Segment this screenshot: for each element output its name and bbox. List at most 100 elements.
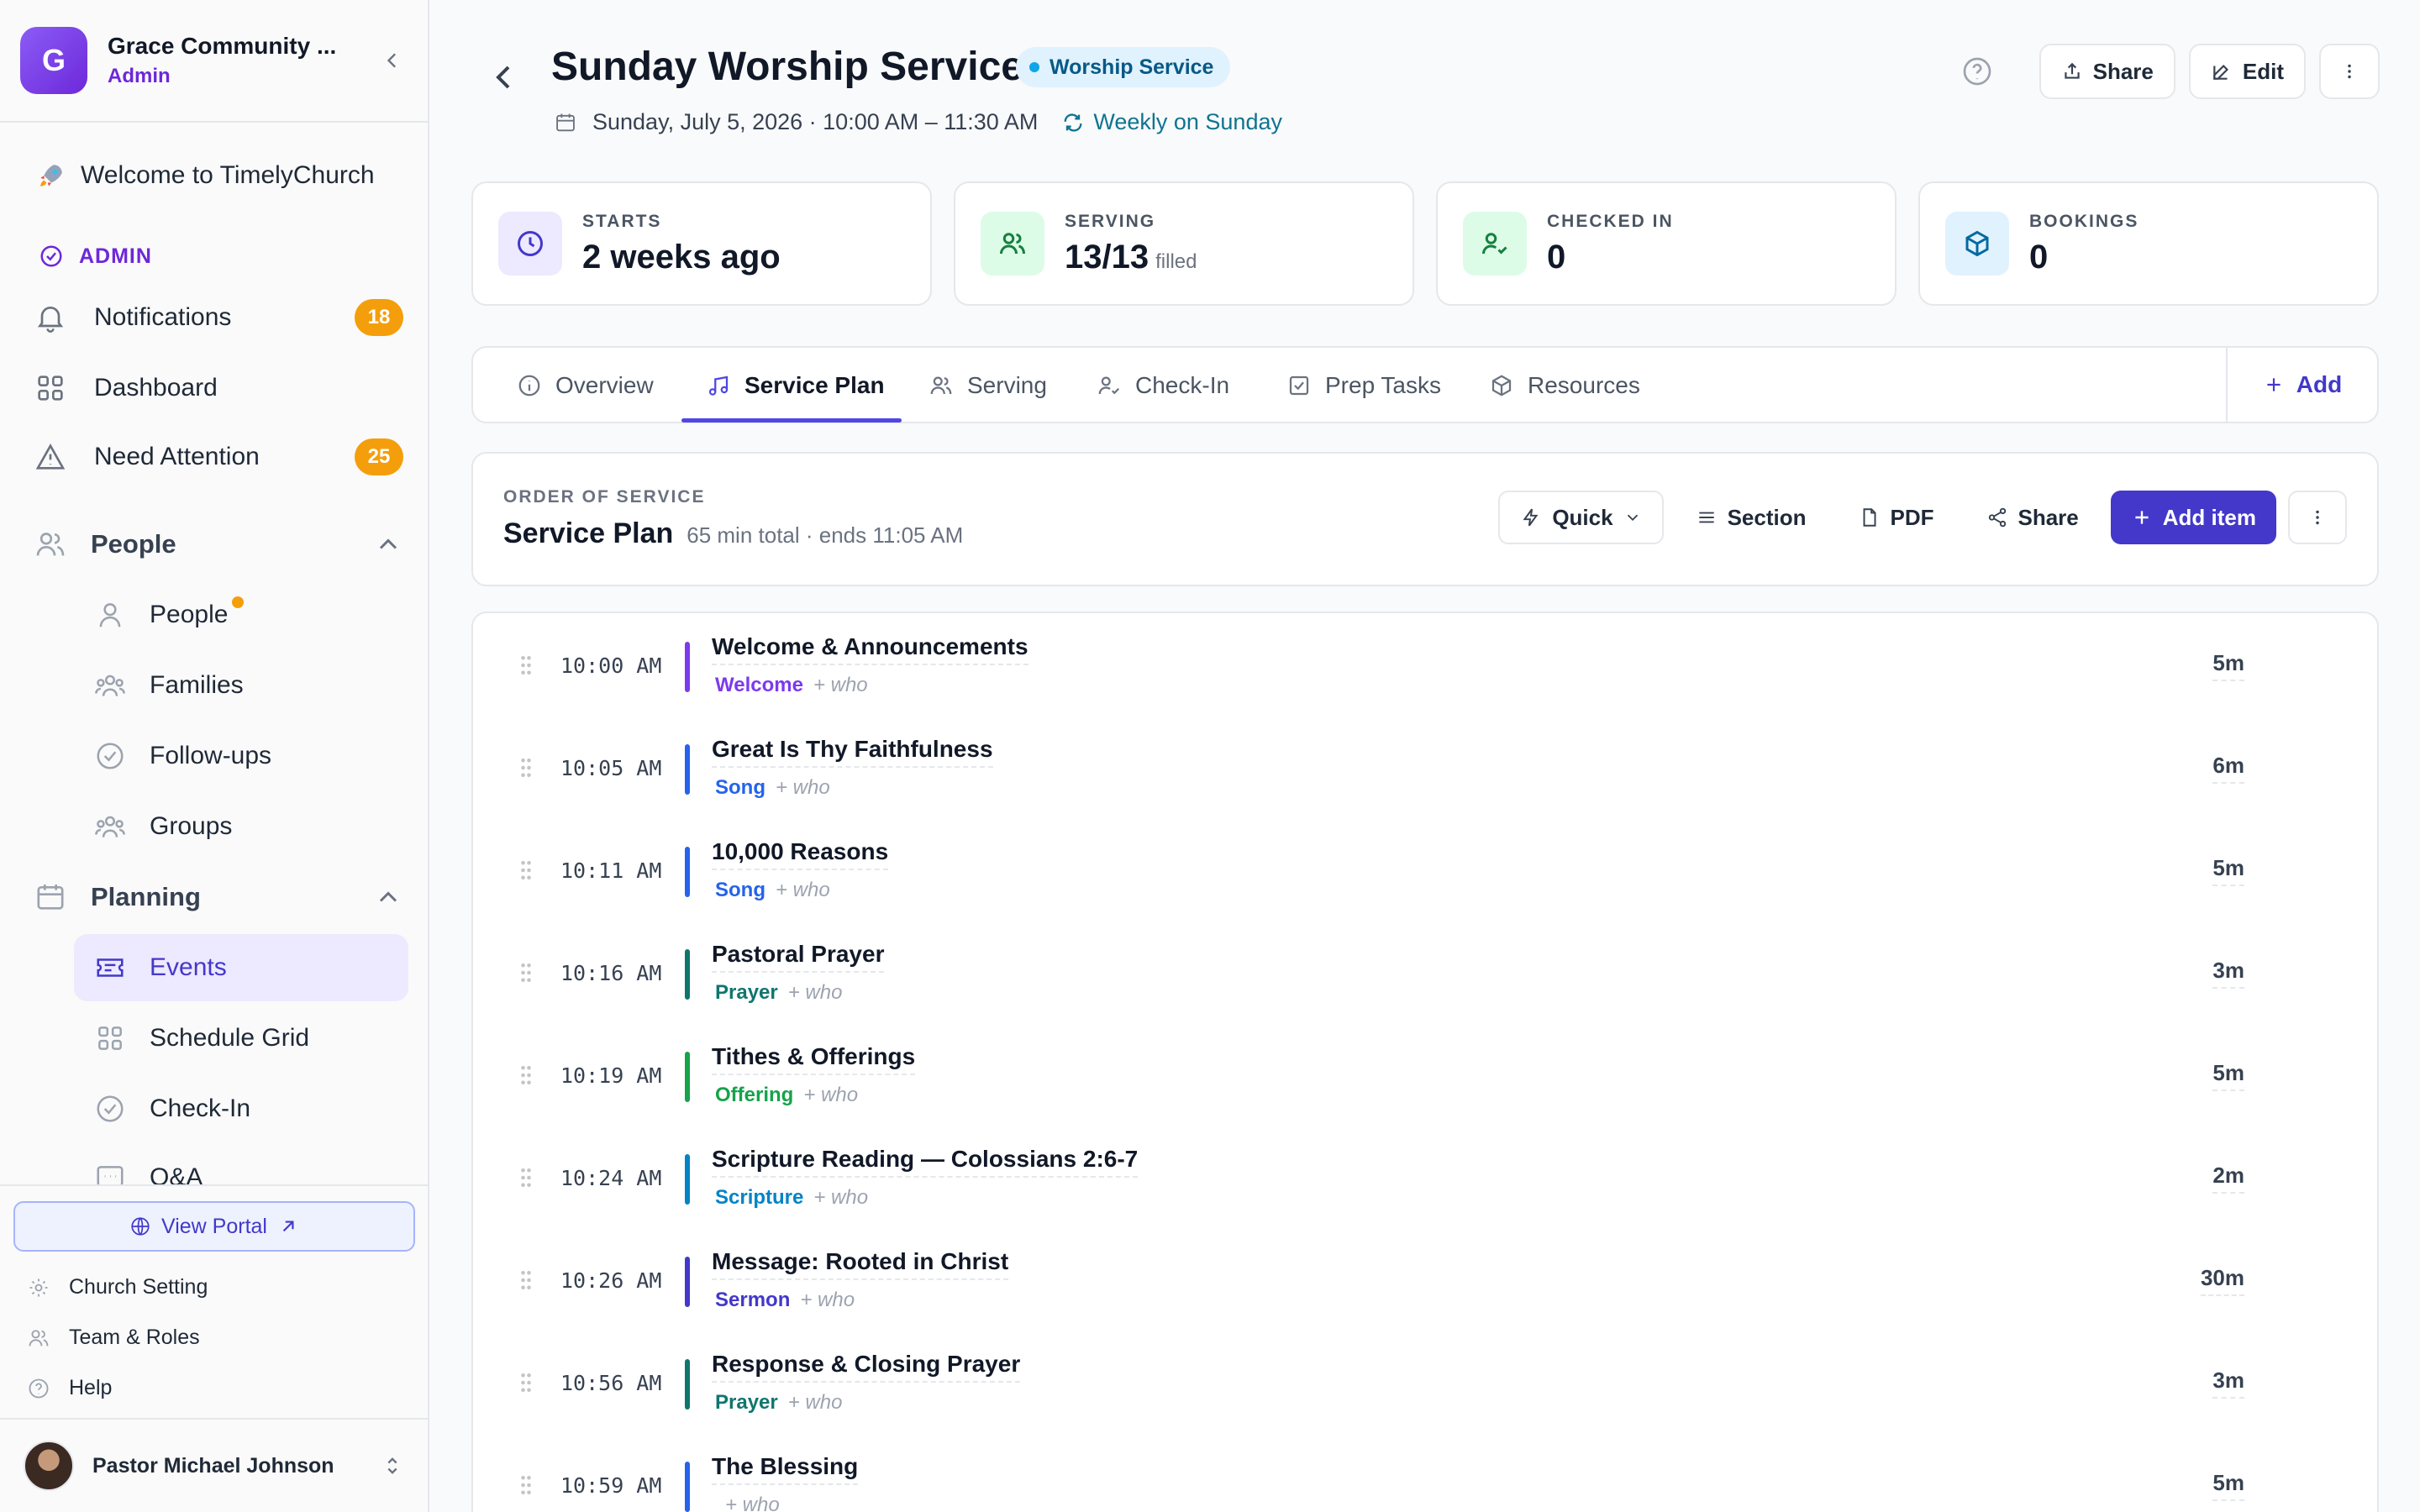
share-plan-button[interactable]: Share — [1966, 491, 2099, 544]
assign-who-link[interactable]: + who — [725, 1494, 780, 1512]
drag-handle-icon[interactable] — [518, 858, 534, 882]
drag-handle-icon[interactable] — [518, 1371, 534, 1394]
stat-label: SERVING — [1065, 211, 1156, 231]
edit-button[interactable]: Edit — [2188, 44, 2306, 99]
church-setting-link[interactable]: Church Setting — [27, 1275, 208, 1299]
service-item-row[interactable]: 10:00 AM Welcome & Announcements Welcome + … — [473, 613, 2377, 716]
sidebar-item-notifications[interactable]: Notifications 18 — [34, 286, 403, 349]
drag-handle-icon[interactable] — [518, 1166, 534, 1189]
share-button[interactable]: Share — [2039, 44, 2175, 99]
help-icon[interactable] — [1960, 55, 1994, 88]
item-duration[interactable]: 6m — [2212, 753, 2244, 784]
service-item-row[interactable]: 10:59 AM The Blessing + who 5m — [473, 1433, 2377, 1512]
item-title[interactable]: Scripture Reading — Colossians 2:6-7 — [712, 1146, 1139, 1178]
recurrence-link[interactable]: Weekly on Sunday — [1061, 109, 1282, 135]
item-duration[interactable]: 5m — [2212, 650, 2244, 681]
item-title[interactable]: Tithes & Offerings — [712, 1043, 916, 1075]
quick-dropdown[interactable]: Quick — [1498, 491, 1664, 544]
sidebar-item-follow-ups[interactable]: Follow-ups — [74, 722, 408, 790]
collapse-sidebar-icon[interactable] — [373, 42, 410, 79]
pdf-button[interactable]: PDF — [1839, 491, 1954, 544]
ticket-icon — [97, 958, 124, 977]
add-button[interactable]: Add — [2226, 348, 2377, 422]
category-color-bar — [685, 1052, 690, 1102]
org-switcher[interactable]: G Grace Community ... Admin — [20, 25, 410, 96]
sidebar-item-groups[interactable]: Groups — [74, 793, 408, 860]
service-item-row[interactable]: 10:24 AM Scripture Reading — Colossians 2… — [473, 1126, 2377, 1228]
sidebar-item-people[interactable]: People — [74, 581, 408, 648]
assign-who-link[interactable]: + who — [788, 1391, 843, 1414]
drag-handle-icon[interactable] — [518, 756, 534, 780]
service-item-row[interactable]: 10:19 AM Tithes & Offerings Offering + who 5… — [473, 1023, 2377, 1126]
service-item-row[interactable]: 10:26 AM Message: Rooted in Christ Sermon +… — [473, 1228, 2377, 1331]
item-duration[interactable]: 3m — [2212, 1368, 2244, 1399]
sidebar-item-need-attention[interactable]: Need Attention 25 — [34, 425, 403, 489]
back-button[interactable] — [485, 57, 525, 97]
item-duration[interactable]: 5m — [2212, 1470, 2244, 1501]
assign-who-link[interactable]: + who — [813, 674, 868, 696]
item-title[interactable]: The Blessing — [712, 1453, 859, 1485]
service-item-row[interactable]: 10:56 AM Response & Closing Prayer Prayer +… — [473, 1331, 2377, 1433]
user-menu[interactable]: Pastor Michael Johnson — [0, 1418, 428, 1512]
drag-handle-icon[interactable] — [518, 1268, 534, 1292]
sidebar-item-qa[interactable]: Q&A — [74, 1144, 408, 1184]
tab-check-in[interactable]: Check-In — [1097, 348, 1229, 423]
tab-service-plan[interactable]: Service Plan — [706, 348, 885, 423]
item-title[interactable]: Message: Rooted in Christ — [712, 1248, 1009, 1280]
group-label: People — [91, 529, 176, 559]
service-item-row[interactable]: 10:11 AM 10,000 Reasons Song + who 5m — [473, 818, 2377, 921]
sidebar-item-check-in[interactable]: Check-In — [74, 1075, 408, 1142]
item-category: Offering — [715, 1084, 794, 1106]
assign-who-link[interactable]: + who — [788, 981, 843, 1004]
add-item-button[interactable]: Add item — [2110, 491, 2276, 544]
help-link[interactable]: Help — [27, 1376, 112, 1400]
category-color-bar — [685, 1154, 690, 1205]
sidebar-item-families[interactable]: Families — [74, 652, 408, 719]
tab-resources[interactable]: Resources — [1489, 348, 1640, 423]
sidebar-item-schedule-grid[interactable]: Schedule Grid — [74, 1005, 408, 1072]
assign-who-link[interactable]: + who — [803, 1084, 858, 1106]
add-label: Add — [2296, 371, 2343, 397]
sidebar-item-dashboard[interactable]: Dashboard — [34, 356, 403, 420]
sidebar-item-events[interactable]: Events — [74, 934, 408, 1001]
item-title[interactable]: 10,000 Reasons — [712, 838, 889, 870]
item-duration[interactable]: 30m — [2200, 1265, 2244, 1296]
drag-handle-icon[interactable] — [518, 654, 534, 677]
welcome-link[interactable]: Welcome to TimelyChurch — [37, 161, 375, 190]
item-title[interactable]: Great Is Thy Faithfulness — [712, 736, 993, 768]
item-duration[interactable]: 3m — [2212, 958, 2244, 989]
service-item-row[interactable]: 10:16 AM Pastoral Prayer Prayer + who 3m — [473, 921, 2377, 1023]
team-roles-link[interactable]: Team & Roles — [27, 1326, 200, 1350]
more-options-button[interactable] — [2319, 44, 2380, 99]
item-duration[interactable]: 5m — [2212, 855, 2244, 886]
assign-who-link[interactable]: + who — [776, 776, 830, 799]
drag-handle-icon[interactable] — [518, 1063, 534, 1087]
assign-who-link[interactable]: + who — [813, 1186, 868, 1209]
plan-more-button[interactable] — [2288, 491, 2347, 544]
tab-serving[interactable]: Serving — [929, 348, 1047, 423]
item-duration[interactable]: 5m — [2212, 1060, 2244, 1091]
add-section-button[interactable]: Section — [1676, 491, 1827, 544]
item-duration[interactable]: 2m — [2212, 1163, 2244, 1194]
assign-who-link[interactable]: + who — [776, 879, 830, 901]
assign-who-link[interactable]: + who — [800, 1289, 855, 1311]
item-title[interactable]: Welcome & Announcements — [712, 633, 1028, 665]
drag-handle-icon[interactable] — [518, 1473, 534, 1497]
tab-label: Service Plan — [744, 372, 885, 398]
edit-label: Edit — [2242, 58, 2284, 84]
item-time: 10:19 AM — [560, 1063, 662, 1088]
drag-handle-icon[interactable] — [518, 961, 534, 984]
sidebar-group-planning[interactable]: Planning — [34, 865, 403, 929]
sidebar-group-people[interactable]: People — [34, 512, 403, 576]
checkbox-icon — [1289, 375, 1309, 396]
service-item-row[interactable]: 10:05 AM Great Is Thy Faithfulness Song + w… — [473, 716, 2377, 818]
item-title[interactable]: Response & Closing Prayer — [712, 1351, 1021, 1383]
view-portal-button[interactable]: View Portal — [13, 1201, 415, 1252]
status-dot — [1029, 62, 1039, 72]
category-color-bar — [685, 1257, 690, 1307]
tab-overview[interactable]: Overview — [517, 348, 654, 423]
item-title[interactable]: Pastoral Prayer — [712, 941, 885, 973]
item-category: Scripture — [715, 1186, 804, 1209]
tab-prep-tasks[interactable]: Prep Tasks — [1286, 348, 1441, 423]
item-category-row: Sermon + who — [715, 1289, 855, 1312]
